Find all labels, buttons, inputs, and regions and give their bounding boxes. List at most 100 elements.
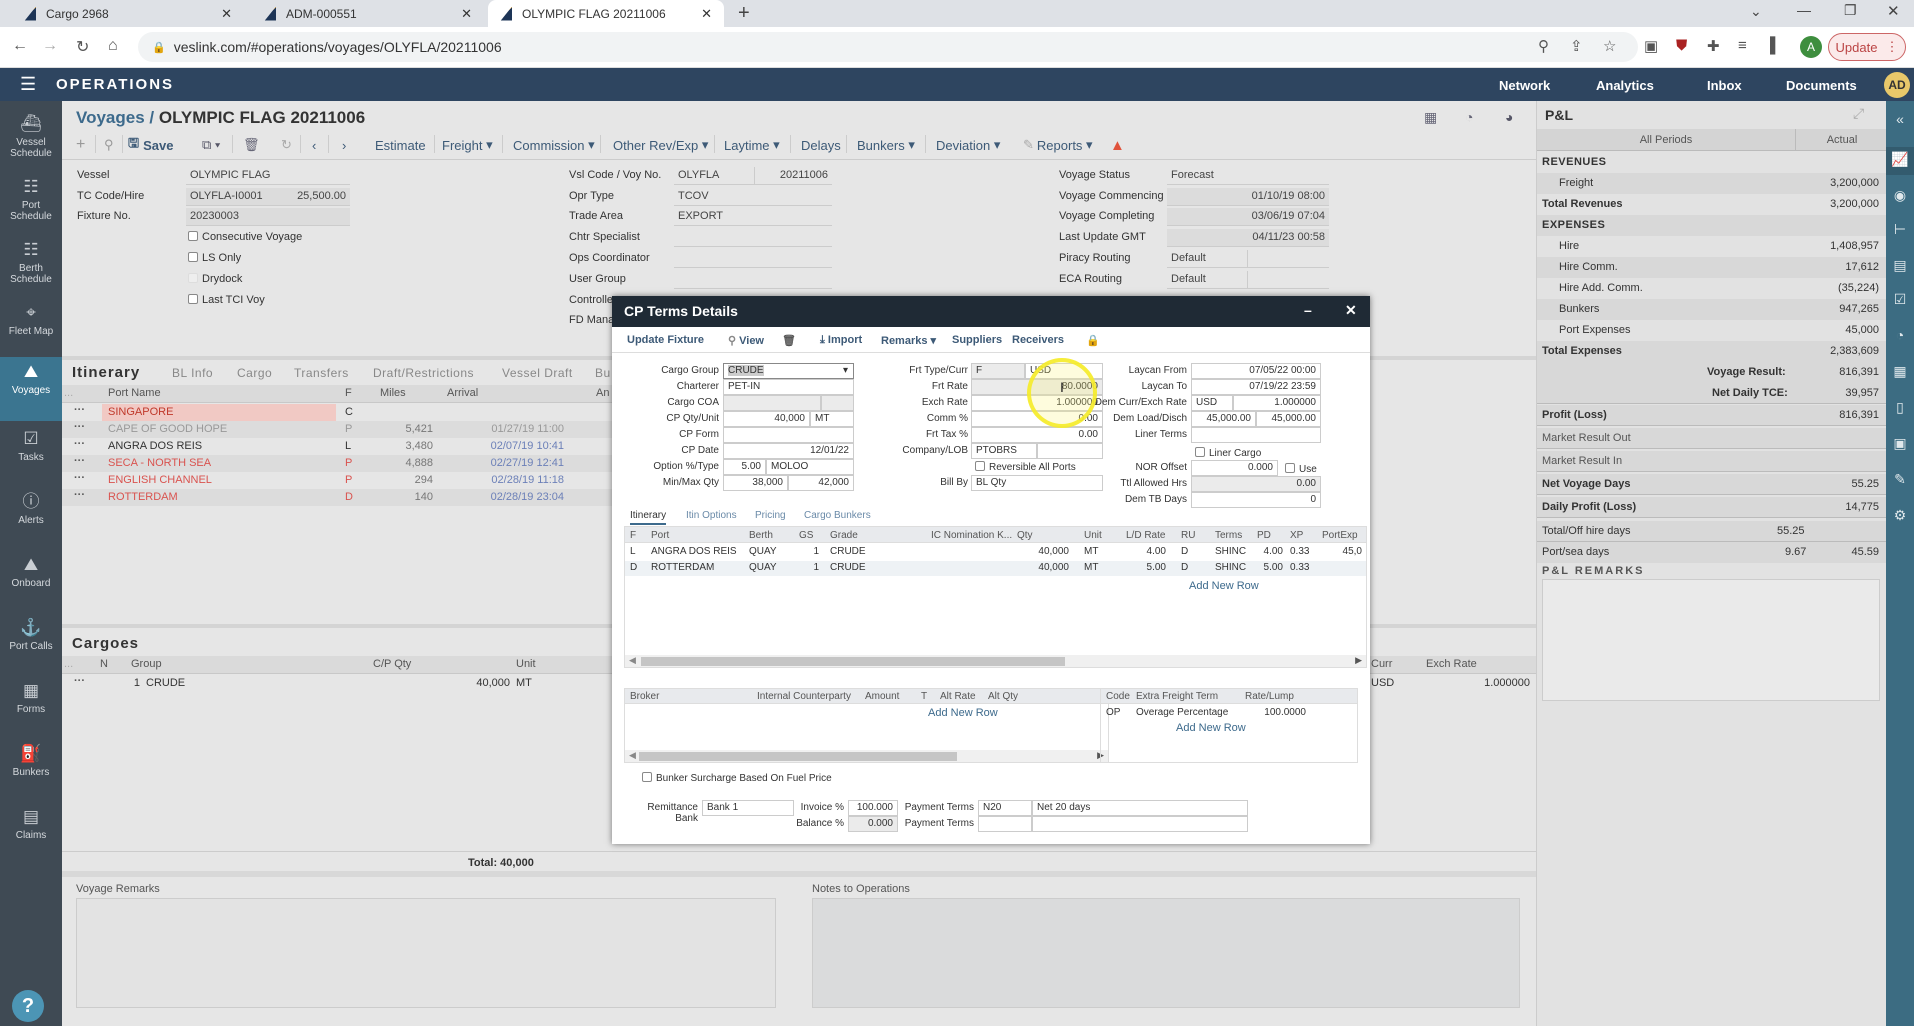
itinerary-row[interactable]: ··· ANGRA DOS REIS L 3,480 02/07/19 10:41 (62, 438, 612, 455)
cp-itinerary-row[interactable]: L ANGRA DOS REIS QUAY 1 CRUDE 40,000 MT 4.00 D SH… (625, 545, 1366, 560)
col-extra-freight-term[interactable]: Extra Freight Term (1136, 691, 1218, 702)
liner-terms-field[interactable] (1191, 427, 1321, 443)
breadcrumb-voyages-link[interactable]: Voyages / (76, 108, 154, 127)
col-ic-nomination[interactable]: IC Nomination K... (931, 530, 1012, 541)
laycan-from-field[interactable]: 07/05/22 00:00 (1191, 363, 1321, 379)
cp-qty-field[interactable]: 40,000 (723, 411, 810, 427)
col-berth[interactable]: Berth (749, 530, 773, 541)
cargo-group-select[interactable]: CRUDE ▾ (723, 363, 854, 379)
tab-draft-restrictions[interactable]: Draft/Restrictions (373, 366, 474, 380)
col-cp-qty[interactable]: C/P Qty (373, 658, 411, 670)
warning-icon[interactable]: ▲ (1110, 135, 1125, 155)
trade-area-field[interactable]: EXPORT (674, 208, 832, 226)
invoice-pct-field[interactable]: 100.000 (848, 800, 898, 816)
reading-list-icon[interactable]: ≡ (1738, 37, 1747, 54)
ls-only-checkbox[interactable]: LS Only (188, 252, 241, 264)
tab-pricing[interactable]: Pricing (755, 510, 786, 521)
reversible-all-ports-checkbox[interactable]: Reversible All Ports (975, 461, 1076, 473)
itinerary-row[interactable]: ··· CAPE OF GOOD HOPE P 5,421 01/27/19 11:00 (62, 421, 612, 438)
pl-col-all-periods[interactable]: All Periods (1537, 134, 1795, 146)
expand-icon[interactable]: ⤢ (1853, 105, 1864, 122)
close-tab-icon[interactable]: ✕ (461, 6, 472, 22)
bookmark-star-icon[interactable]: ☆ (1603, 37, 1616, 55)
liner-cargo-checkbox[interactable]: Liner Cargo (1195, 447, 1261, 459)
row-menu-icon[interactable]: ··· (74, 438, 85, 450)
voyage-remarks-textarea[interactable] (76, 898, 776, 1008)
reports-menu[interactable]: ✎ Reports ▾ (1023, 135, 1093, 155)
broker-add-new-row[interactable]: Add New Row (928, 707, 998, 719)
checklist-icon[interactable]: ☑ (1886, 291, 1914, 308)
sidebar-item-alerts[interactable]: ⓘ Alerts (0, 487, 62, 549)
scroll-left-icon[interactable]: ◀ (629, 655, 636, 666)
import-button[interactable]: ⤓ Import (820, 334, 862, 347)
deviation-menu[interactable]: Deviation ▾ (936, 135, 1000, 155)
dem-load-field[interactable]: 45,000.00 (1191, 411, 1256, 427)
commission-menu[interactable]: Commission ▾ (513, 135, 595, 155)
col-pd[interactable]: PD (1257, 530, 1271, 541)
payment-terms-2-desc-field[interactable] (1032, 816, 1248, 832)
tc-code-field[interactable]: OLYFLA-I0001 (186, 188, 282, 206)
col-terms[interactable]: Terms (1215, 530, 1242, 541)
sidebar-item-vessel-schedule[interactable]: ⛴ Vessel Schedule (0, 109, 62, 171)
col-grade[interactable]: Grade (830, 530, 858, 541)
tab-vessel-draft[interactable]: Vessel Draft (502, 366, 573, 380)
scroll-left-icon[interactable]: ◀ (629, 750, 636, 761)
zoom-icon[interactable]: ⚲ (1538, 37, 1549, 55)
profile-avatar[interactable]: A (1800, 36, 1822, 58)
browser-tab-adm[interactable]: ADM-000551 ✕ (252, 0, 484, 27)
col-an[interactable]: An (596, 387, 609, 399)
row-menu-icon[interactable]: ··· (74, 489, 85, 501)
option-pct-field[interactable]: 5.00 (723, 459, 766, 475)
cargo-coa-field[interactable] (723, 395, 821, 411)
vsl-code-field[interactable]: OLYFLA (674, 167, 754, 185)
row-menu-icon[interactable]: ··· (74, 675, 85, 687)
col-unit[interactable]: Unit (1084, 530, 1102, 541)
next-icon[interactable]: › (342, 135, 346, 155)
col-t[interactable]: T (921, 691, 927, 702)
company-field[interactable]: PTOBRS (971, 443, 1037, 459)
close-tab-icon[interactable]: ✕ (701, 6, 712, 22)
document-icon[interactable]: ▯ (1886, 399, 1914, 416)
receivers-button[interactable]: Receivers (1012, 334, 1064, 346)
piracy-routing-field[interactable]: Default (1167, 250, 1247, 268)
payment-terms-desc-field[interactable]: Net 20 days (1032, 800, 1248, 816)
sidebar-item-port-calls[interactable]: ⚓ Port Calls (0, 613, 62, 675)
grid-view-icon[interactable]: ▦ (1424, 107, 1437, 127)
col-exch-rate[interactable]: Exch Rate (1426, 658, 1477, 670)
voy-no-field[interactable]: 20211006 (754, 167, 832, 185)
col-internal-counterparty[interactable]: Internal Counterparty (757, 691, 851, 702)
extension-icon[interactable]: ▣ (1644, 37, 1658, 55)
scrollbar-thumb[interactable] (641, 657, 1065, 666)
col-code[interactable]: Code (1106, 691, 1130, 702)
user-group-field[interactable] (674, 271, 832, 289)
col-alt-rate[interactable]: Alt Rate (940, 691, 976, 702)
lock-icon[interactable]: 🔒 (1086, 334, 1100, 347)
charterer-field[interactable]: PET-IN (723, 379, 854, 395)
eft-add-new-row[interactable]: Add New Row (1176, 722, 1246, 734)
ublock-icon[interactable]: ⛊ (1676, 37, 1687, 54)
broker-horizontal-scrollbar[interactable]: ◀ ▶ (625, 750, 1108, 762)
view-button[interactable]: ⚲ View (728, 334, 764, 347)
remittance-bank-field[interactable]: Bank 1 (702, 800, 794, 816)
itinerary-row[interactable]: ··· ROTTERDAM D 140 02/28/19 23:04 (62, 489, 612, 506)
browser-tab-cargo[interactable]: Cargo 2968 ✕ (12, 0, 244, 27)
drydock-checkbox[interactable]: Drydock (188, 273, 242, 285)
lob-field[interactable] (1037, 443, 1103, 459)
pl-col-actual[interactable]: Actual (1797, 134, 1887, 146)
search-icon[interactable]: ⚲ (104, 135, 114, 155)
nav-inbox[interactable]: Inbox (1707, 78, 1742, 93)
itinerary-horizontal-scrollbar[interactable]: ◀ ▶ (625, 655, 1366, 667)
delays-button[interactable]: Delays (801, 135, 841, 155)
share-icon[interactable]: ⇪ (1570, 37, 1583, 55)
extensions-puzzle-icon[interactable]: ✚ (1707, 37, 1720, 55)
nav-documents[interactable]: Documents (1786, 78, 1857, 93)
col-f[interactable]: F (630, 530, 636, 541)
col-xp[interactable]: XP (1290, 530, 1303, 541)
col-port-name[interactable]: Port Name (108, 387, 161, 399)
laytime-menu[interactable]: Laytime ▾ (724, 135, 780, 155)
side-panel-icon[interactable]: ▌ (1770, 37, 1781, 54)
col-qty[interactable]: Qty (1017, 530, 1033, 541)
hierarchy-icon[interactable]: ⊢ (1886, 221, 1914, 238)
cp-form-field[interactable] (723, 427, 854, 443)
settings-gear-icon[interactable]: ⚙ (1886, 507, 1914, 524)
